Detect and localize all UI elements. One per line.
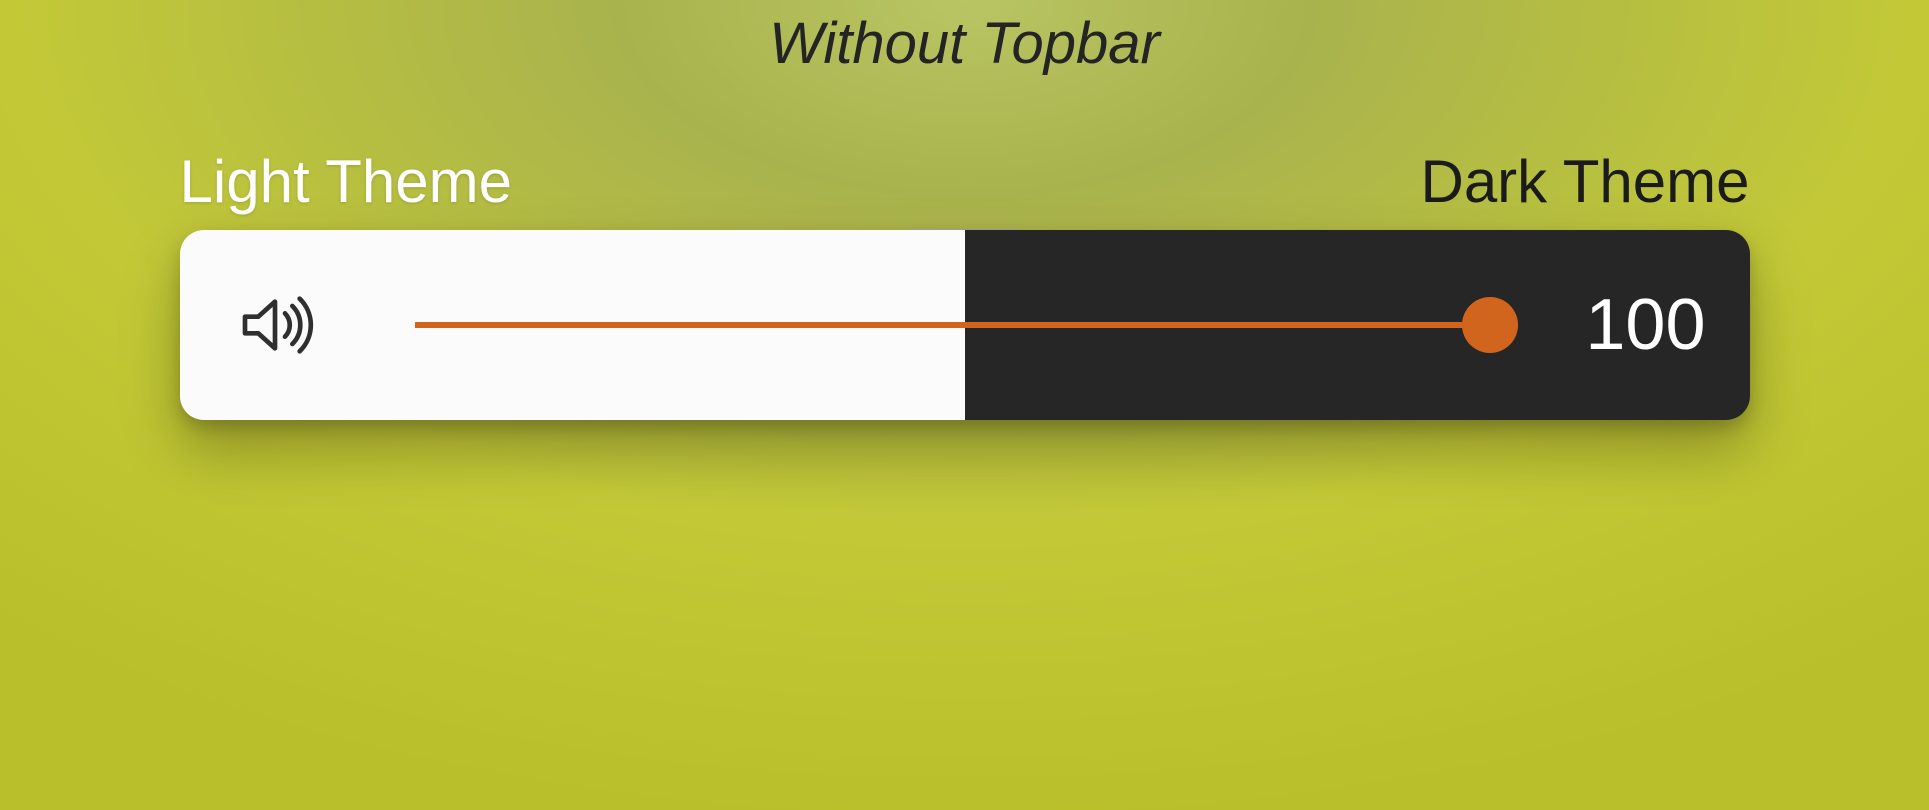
volume-slider-panel: 100 <box>180 230 1750 420</box>
volume-high-icon[interactable] <box>235 285 315 365</box>
volume-slider[interactable] <box>415 322 1490 328</box>
theme-labels-row: Light Theme Dark Theme <box>180 147 1750 216</box>
page-title: Without Topbar <box>0 10 1929 77</box>
light-theme-label: Light Theme <box>180 147 512 216</box>
dark-theme-label: Dark Theme <box>1420 147 1749 216</box>
slider-thumb[interactable] <box>1462 297 1518 353</box>
volume-value: 100 <box>1585 284 1705 366</box>
slider-track-fill <box>415 322 1490 328</box>
